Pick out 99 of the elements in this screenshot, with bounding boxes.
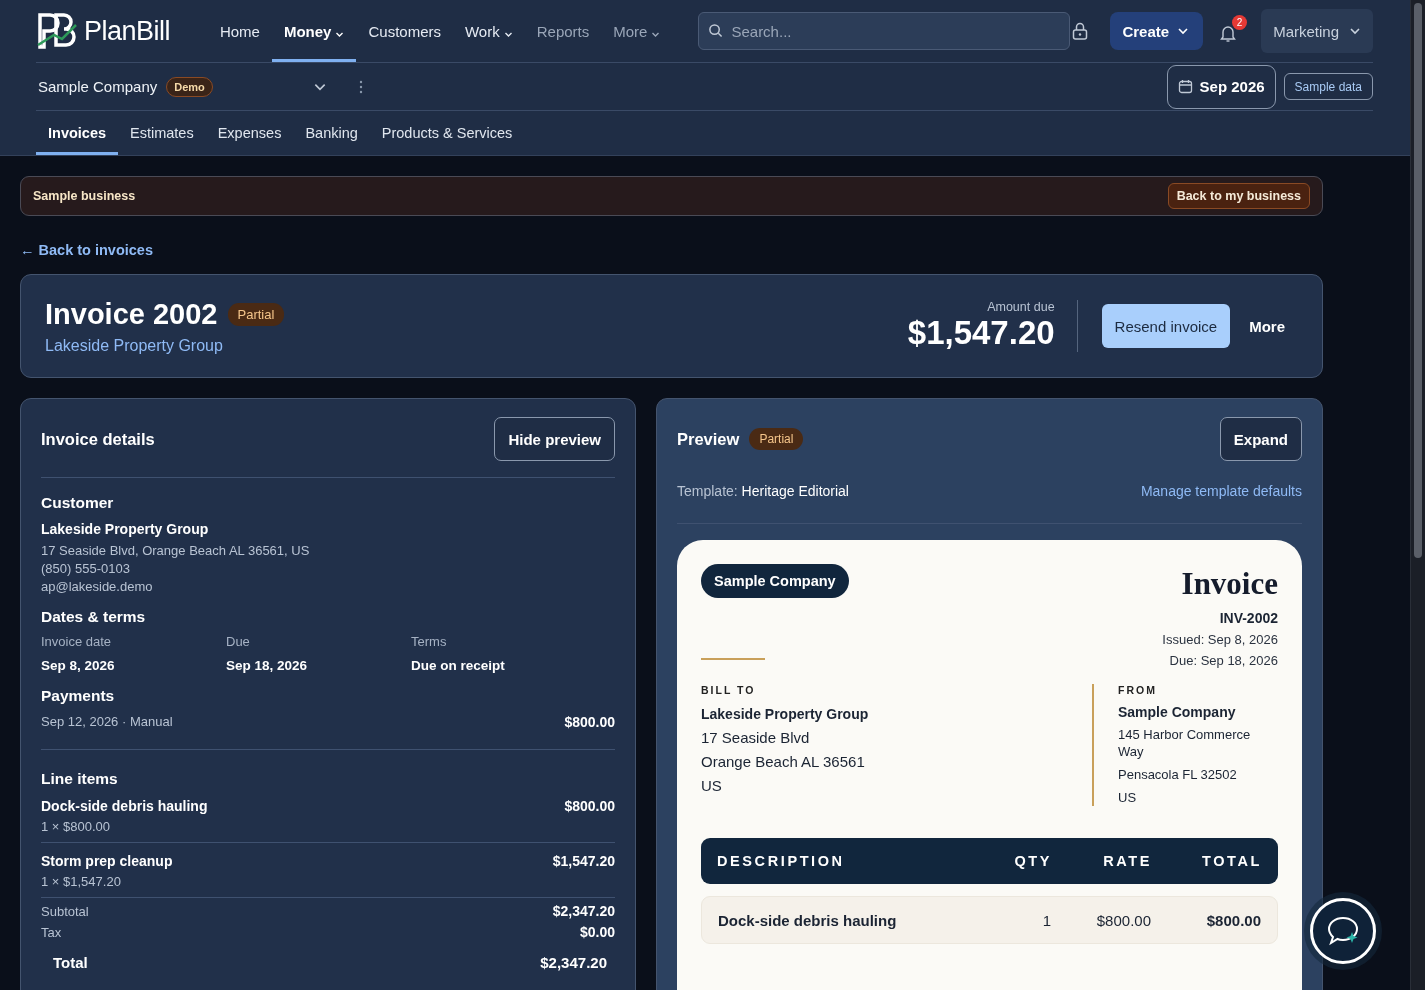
table-cell-text: Dock-side debris hauling (718, 911, 898, 929)
nav-tab[interactable]: Money (271, 0, 357, 62)
sub-tab[interactable]: Invoices (36, 111, 119, 155)
search-icon (708, 23, 724, 38)
column-header: DESCRIPTION (717, 853, 846, 869)
total-label: Subtotal (41, 903, 89, 919)
payment-info: Sep 12, 2026 · Manual (41, 713, 173, 731)
chat-sparkle-icon (1325, 914, 1361, 948)
table-cell-text: $800.00 (1095, 911, 1151, 929)
item-amount: $800.00 (564, 798, 615, 816)
notification-button[interactable]: 2 (1213, 15, 1248, 47)
panel-title: Invoice details (41, 429, 155, 449)
column-header: TOTAL (1201, 853, 1262, 869)
invoice-title: Invoice 2002 (45, 297, 218, 331)
total-label: Tax (41, 924, 62, 940)
logo-icon (36, 11, 78, 51)
date-value: Sep 18, 2026 (226, 658, 309, 673)
column-header: RATE (1102, 853, 1152, 869)
nav-tab[interactable]: More (601, 0, 673, 62)
section-heading: Payments (41, 687, 116, 705)
amount-due: $1,547.20 (907, 314, 1055, 352)
from-address: Pensacola FL 32502 (1118, 766, 1238, 783)
sub-tab[interactable]: Estimates (118, 111, 206, 155)
amount-due-label: Amount due (987, 300, 1055, 314)
more-button[interactable]: More (1236, 304, 1298, 348)
invoice-number: INV-2002 (1219, 610, 1278, 626)
chevron-down-icon (1349, 25, 1361, 37)
date-label: Terms (411, 634, 448, 649)
template-info: Template: Heritage Editorial (677, 483, 849, 499)
create-button[interactable]: Create (1110, 12, 1204, 50)
from-address: 145 Harbor Commerce Way (1118, 726, 1252, 760)
workspace-dropdown[interactable]: Marketing (1261, 9, 1373, 53)
expand-button[interactable]: Expand (1219, 417, 1302, 461)
resend-button[interactable]: Resend invoice (1101, 304, 1231, 348)
demo-badge: Demo (166, 76, 213, 97)
item-name: Dock-side debris hauling (41, 798, 208, 814)
date-value: Due on receipt (411, 658, 506, 673)
panel-title: Preview (677, 429, 740, 449)
table-cell-text: $800.00 (1205, 911, 1261, 929)
bell-icon (1219, 24, 1238, 43)
document-title: Invoice (1181, 566, 1278, 602)
from-name: Sample Company (1118, 704, 1237, 720)
item-name: Storm prep cleanup (41, 853, 173, 869)
sample-data-button[interactable]: Sample data (1283, 73, 1373, 100)
customer-name: Lakeside Property Group (41, 521, 210, 537)
from-heading: FROM (1118, 684, 1158, 696)
nav-tab[interactable]: Reports (524, 0, 602, 62)
column-header: QTY (1013, 853, 1052, 869)
total-value: $0.00 (579, 924, 615, 940)
item-detail: 1 × $800.00 (41, 818, 112, 836)
bill-to-address: Orange Beach AL 36561 (701, 753, 866, 770)
chevron-down-icon (1177, 25, 1190, 37)
total-value: $2,347.20 (552, 903, 615, 919)
from-address: US (1118, 789, 1138, 806)
period-button[interactable]: Sep 2026 (1166, 64, 1276, 109)
notification-count: 2 (1232, 15, 1248, 30)
total-label: Total (53, 954, 88, 971)
nav-tab[interactable]: Home (207, 0, 272, 62)
back-to-business-button[interactable]: Back to my business (1167, 183, 1310, 209)
sub-tab[interactable]: Banking (293, 111, 370, 155)
search-field[interactable]: Search... (698, 12, 1071, 50)
date-value: Sep 8, 2026 (41, 658, 116, 673)
hide-preview-button[interactable]: Hide preview (494, 417, 615, 461)
date-label: Invoice date (41, 634, 113, 649)
sub-tab[interactable]: Products & Services (369, 111, 525, 155)
banner-text: Sample business (33, 189, 136, 203)
due-date: Due: Sep 18, 2026 (1169, 653, 1278, 668)
calendar-icon (1177, 79, 1193, 94)
customer-link[interactable]: Lakeside Property Group (45, 336, 285, 355)
manage-template-link[interactable]: Manage template defaults (1140, 483, 1302, 499)
total-value: $2,347.20 (540, 954, 607, 971)
bill-to-address: 17 Seaside Blvd (701, 729, 811, 746)
payment-amount: $800.00 (564, 714, 615, 730)
section-heading: Dates & terms (41, 608, 147, 626)
item-detail: 1 × $1,547.20 (41, 873, 122, 891)
nav-tab[interactable]: Work (453, 0, 525, 62)
status-badge: Partial (227, 302, 285, 326)
scrollbar[interactable] (1410, 0, 1425, 990)
customer-info: (850) 555-0103 (41, 560, 131, 578)
section-heading: Customer (41, 494, 115, 512)
company-name: Sample Company (38, 78, 158, 95)
status-badge: Partial (749, 428, 804, 450)
chat-button[interactable] (1310, 898, 1376, 964)
back-link[interactable]: ← Back to invoices (20, 242, 153, 258)
more-vertical-icon[interactable] (358, 79, 363, 94)
brand-name: PlanBill (84, 15, 171, 47)
item-amount: $1,547.20 (552, 853, 615, 871)
customer-info: 17 Seaside Blvd, Orange Beach AL 36561, US (41, 542, 311, 560)
bill-to-name: Lakeside Property Group (701, 706, 870, 722)
date-label: Due (226, 634, 251, 649)
bill-to-heading: BILL TO (701, 684, 757, 696)
customer-info: ap@lakeside.demo (41, 578, 154, 596)
nav-tab[interactable]: Customers (356, 0, 453, 62)
company-badge: Sample Company (701, 564, 849, 598)
section-heading: Line items (41, 770, 119, 788)
bill-to-address: US (701, 777, 723, 794)
table-cell-text: 1 (1041, 911, 1051, 929)
sub-tab[interactable]: Expenses (205, 111, 294, 155)
issued-date: Issued: Sep 8, 2026 (1162, 632, 1278, 647)
